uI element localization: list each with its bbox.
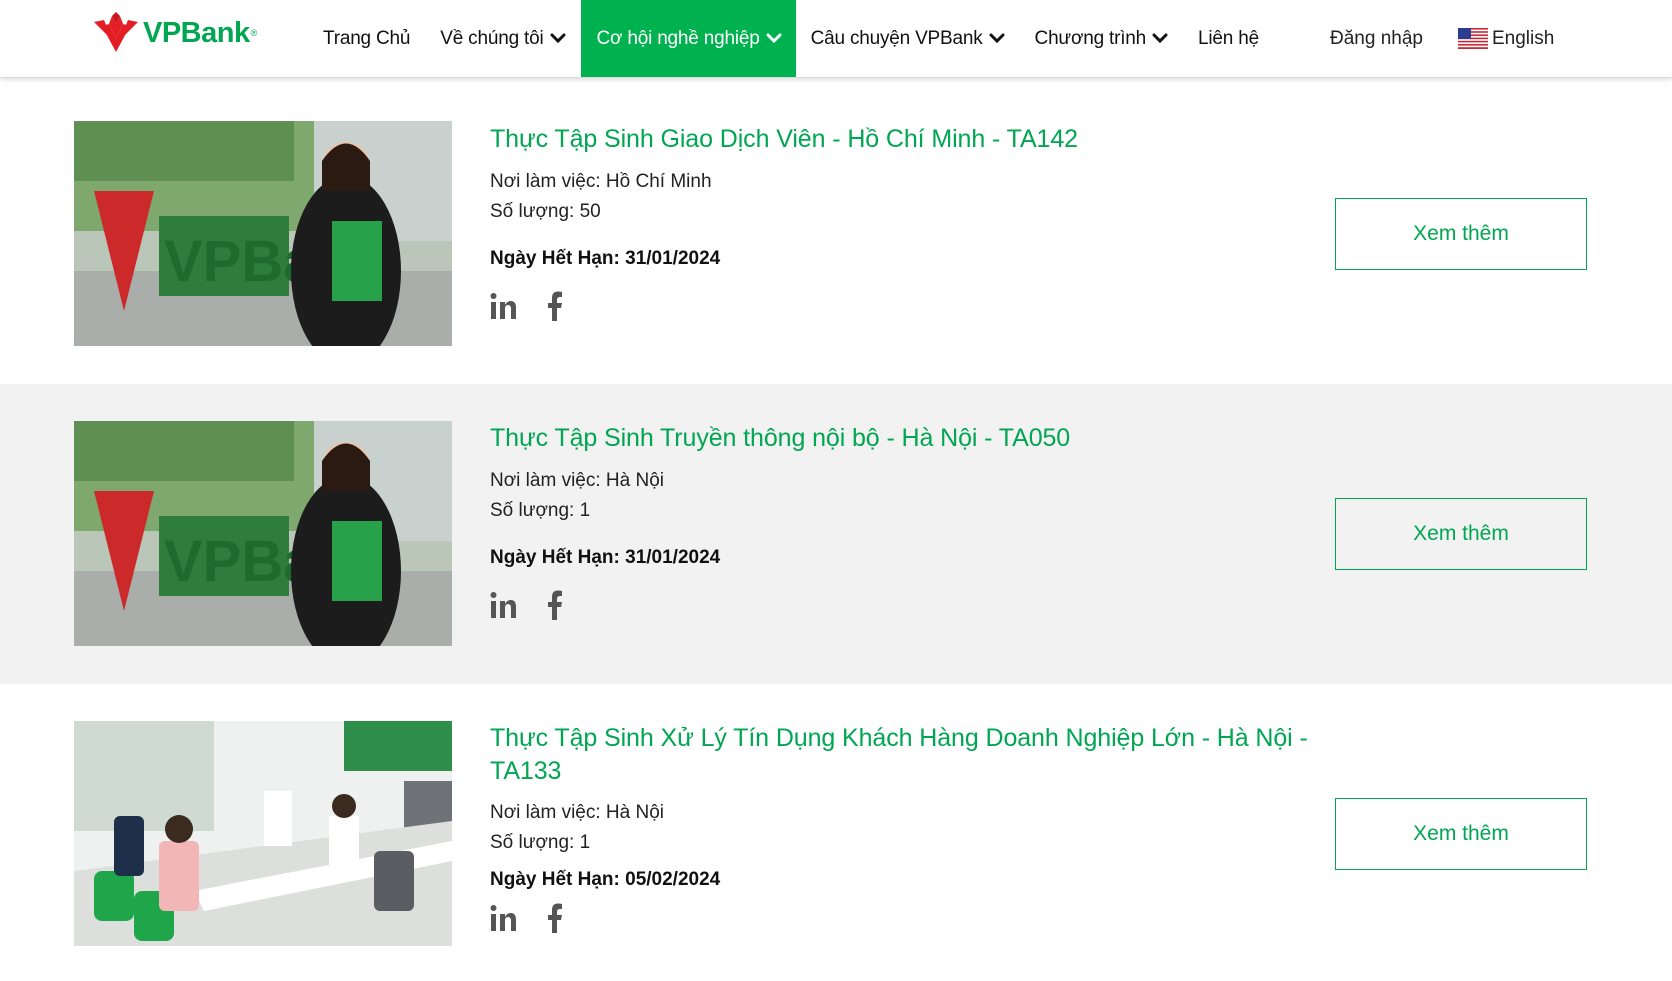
linkedin-icon[interactable] [489,590,517,620]
registered-mark: ® [250,28,258,38]
job-deadline: Ngày Hết Hạn: 31/01/2024 [490,248,721,269]
view-more-button[interactable]: Xem thêm [1335,198,1587,270]
facebook-icon[interactable] [541,903,569,933]
vpbank-logo[interactable]: VPBank ® [92,12,257,54]
language-switcher[interactable]: English [1458,0,1554,77]
language-label: English [1492,27,1555,49]
linkedin-icon[interactable] [489,291,517,321]
linkedin-icon[interactable] [489,903,517,933]
nav-item-stories[interactable]: Câu chuyện VPBank [796,0,1020,77]
chevron-down-icon [766,33,782,44]
nav-item-careers[interactable]: Cơ hội nghề nghiệp [580,0,796,77]
job-quantity: Số lượng: 1 [490,500,591,521]
nav-item-label: Cơ hội nghề nghiệp [596,27,760,49]
job-location: Nơi làm việc: Hà Nội [490,470,664,491]
facebook-icon[interactable] [541,291,569,321]
job-title[interactable]: Thực Tập Sinh Truyền thông nội bộ - Hà N… [490,422,1310,455]
job-location: Nơi làm việc: Hồ Chí Minh [490,171,712,192]
job-deadline: Ngày Hết Hạn: 05/02/2024 [490,869,721,890]
job-quantity: Số lượng: 50 [490,201,601,222]
nav-item-contact[interactable]: Liên hệ [1183,0,1274,77]
vpbank-logo-icon [94,12,138,52]
vpbank-branch-counter-photo-icon [74,721,452,946]
nav-item-label: Câu chuyện VPBank [810,27,983,49]
login-link[interactable]: Đăng nhập [1330,0,1423,77]
nav-item-label: Chương trình [1034,27,1147,49]
chevron-down-icon [550,33,565,44]
us-flag-icon [1458,28,1488,49]
job-listing: Thực Tập Sinh Xử Lý Tín Dụng Khách Hàng … [0,684,1672,981]
view-more-button[interactable]: Xem thêm [1335,498,1587,570]
nav-item-about[interactable]: Về chúng tôi [425,0,580,77]
share-links [489,590,593,620]
job-image[interactable]: VPBank [74,421,452,646]
job-title[interactable]: Thực Tập Sinh Xử Lý Tín Dụng Khách Hàng … [490,722,1310,788]
job-listing: VPBank Thực Tập Sinh Giao Dịch Viên - Hồ… [0,85,1672,385]
nav-item-label: Trang Chủ [323,27,411,49]
nav-item-label: Về chúng tôi [440,27,544,49]
view-more-button[interactable]: Xem thêm [1335,798,1587,870]
main-nav: Trang Chủ Về chúng tôi Cơ hội nghề nghiệ… [308,0,1274,77]
login-label: Đăng nhập [1330,27,1423,49]
facebook-icon[interactable] [541,590,569,620]
job-title[interactable]: Thực Tập Sinh Giao Dịch Viên - Hồ Chí Mi… [490,123,1310,156]
job-quantity: Số lượng: 1 [490,832,591,853]
job-listing: VPBank Thực Tập Sinh Truyền thông nội bộ… [0,384,1672,684]
nav-item-programs[interactable]: Chương trình [1020,0,1184,77]
nav-item-label: Liên hệ [1198,27,1259,49]
nav-item-home[interactable]: Trang Chủ [308,0,425,77]
job-image[interactable] [74,721,452,946]
chevron-down-icon [989,33,1005,44]
site-header: VPBank ® Trang Chủ Về chúng tôi Cơ hội n… [0,0,1672,78]
share-links [489,903,593,933]
logo-text: VPBank [143,16,250,49]
chevron-down-icon [1152,33,1168,44]
job-image[interactable]: VPBank [74,121,452,346]
share-links [489,291,593,321]
job-deadline: Ngày Hết Hạn: 31/01/2024 [490,547,721,568]
vpbank-employee-photo-icon: VPBank [74,121,452,346]
job-location: Nơi làm việc: Hà Nội [490,802,664,823]
vpbank-employee-photo-icon: VPBank [74,421,452,646]
